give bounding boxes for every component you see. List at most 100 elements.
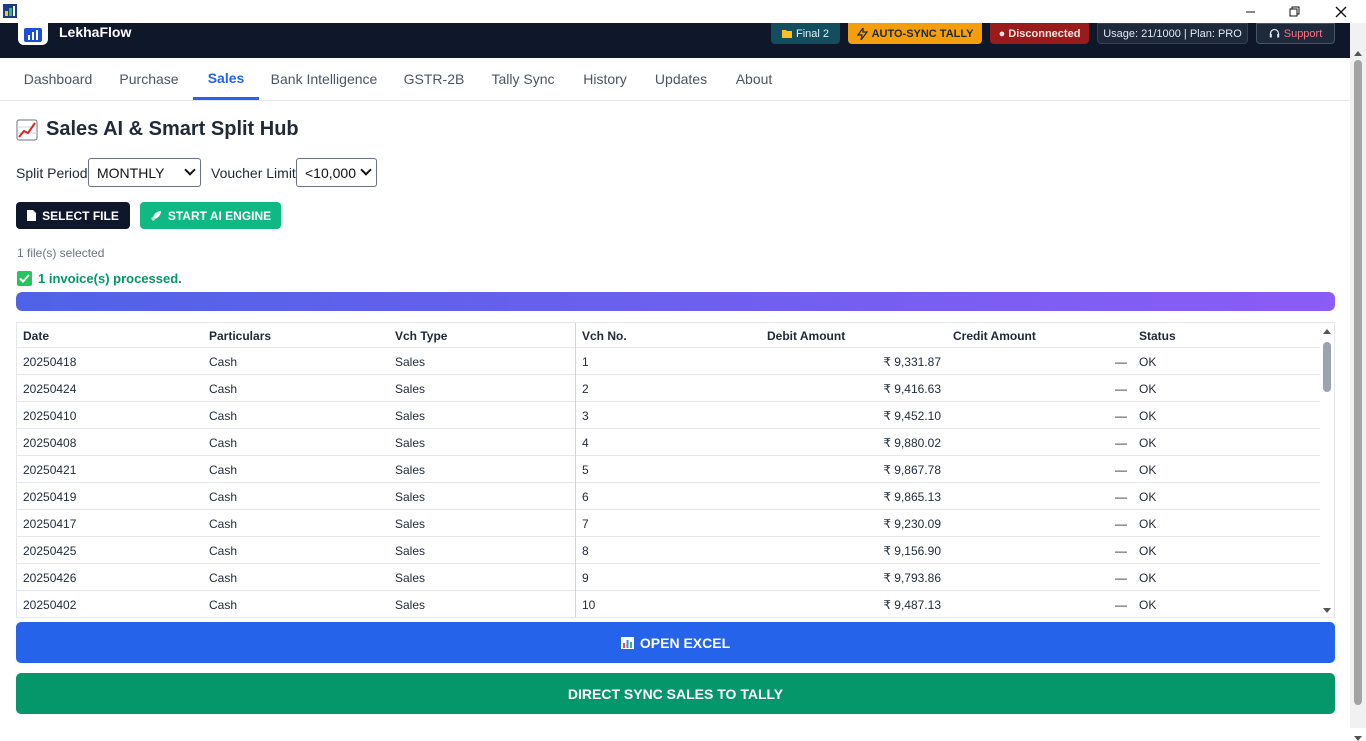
table-row[interactable]: 20250408 Cash Sales 4 ₹ 9,880.02 — OK bbox=[17, 429, 1320, 456]
cell-vch-no: 9 bbox=[582, 571, 589, 585]
check-icon bbox=[17, 271, 32, 286]
cell-debit-amount: ₹ 9,230.09 bbox=[883, 517, 941, 531]
scroll-down-icon[interactable] bbox=[1323, 608, 1331, 613]
restore-button[interactable] bbox=[1272, 0, 1318, 23]
bar-chart-icon bbox=[620, 636, 634, 649]
cell-date: 20250425 bbox=[23, 544, 77, 558]
connection-status-badge: ● Disconnected bbox=[990, 23, 1089, 44]
cell-debit-amount: ₹ 9,452.10 bbox=[883, 409, 941, 423]
table-scroll-thumb[interactable] bbox=[1323, 342, 1331, 392]
table-row[interactable]: 20250426 Cash Sales 9 ₹ 9,793.86 — OK bbox=[17, 564, 1320, 591]
cell-credit-amount: — bbox=[1115, 598, 1127, 612]
cell-status: OK bbox=[1139, 382, 1157, 396]
minimize-button[interactable] bbox=[1227, 0, 1273, 23]
auto-sync-button[interactable]: AUTO-SYNC TALLY bbox=[848, 23, 982, 44]
scroll-thumb[interactable] bbox=[1354, 60, 1362, 705]
support-button[interactable]: Support bbox=[1256, 23, 1335, 44]
cell-date: 20250421 bbox=[23, 463, 77, 477]
cell-vch-type: Sales bbox=[395, 598, 426, 612]
direct-sync-sales-button[interactable]: DIRECT SYNC SALES TO TALLY bbox=[16, 673, 1335, 714]
cell-particulars: Cash bbox=[209, 544, 238, 558]
minimize-icon bbox=[1245, 11, 1255, 13]
cell-particulars: Cash bbox=[209, 463, 238, 477]
cell-particulars: Cash bbox=[209, 355, 238, 369]
tab-about[interactable]: About bbox=[727, 58, 781, 100]
select-file-label: SELECT FILE bbox=[42, 208, 119, 223]
page-title: Sales AI & Smart Split Hub bbox=[16, 118, 299, 141]
support-label: Support bbox=[1283, 27, 1323, 40]
cell-status: OK bbox=[1139, 490, 1157, 504]
chart-increasing-icon bbox=[16, 119, 38, 140]
cell-status: OK bbox=[1139, 544, 1157, 558]
close-button[interactable] bbox=[1318, 0, 1364, 23]
cell-particulars: Cash bbox=[209, 490, 238, 504]
app-header: LekhaFlow Final 2 AUTO-SYNC TALLY ● Disc… bbox=[0, 23, 1350, 58]
tab-bank-intelligence[interactable]: Bank Intelligence bbox=[264, 58, 384, 100]
page-scrollbar[interactable] bbox=[1350, 23, 1366, 741]
cell-vch-type: Sales bbox=[395, 517, 426, 531]
tab-updates[interactable]: Updates bbox=[648, 58, 714, 100]
cell-date: 20250417 bbox=[23, 517, 77, 531]
scroll-up-icon[interactable] bbox=[1323, 329, 1331, 334]
tab-history[interactable]: History bbox=[575, 58, 635, 100]
cell-vch-type: Sales bbox=[395, 355, 426, 369]
open-excel-button[interactable]: OPEN EXCEL bbox=[16, 622, 1335, 663]
column-header-vch-type: Vch Type bbox=[395, 329, 448, 343]
cell-status: OK bbox=[1139, 571, 1157, 585]
cell-vch-type: Sales bbox=[395, 490, 426, 504]
cell-credit-amount: — bbox=[1115, 436, 1127, 450]
table-row[interactable]: 20250421 Cash Sales 5 ₹ 9,867.78 — OK bbox=[17, 456, 1320, 483]
table-row[interactable]: 20250417 Cash Sales 7 ₹ 9,230.09 — OK bbox=[17, 510, 1320, 537]
cell-vch-type: Sales bbox=[395, 436, 426, 450]
cell-status: OK bbox=[1139, 598, 1157, 612]
cell-debit-amount: ₹ 9,416.63 bbox=[883, 382, 941, 396]
cell-status: OK bbox=[1139, 463, 1157, 477]
scroll-up-icon[interactable] bbox=[1354, 51, 1362, 56]
voucher-limit-select[interactable]: <10,000 bbox=[296, 158, 377, 187]
usage-badge: Usage: 21/1000 | Plan: PRO bbox=[1097, 23, 1248, 44]
tab-dashboard[interactable]: Dashboard bbox=[14, 58, 102, 100]
table-row[interactable]: 20250402 Cash Sales 10 ₹ 9,487.13 — OK bbox=[17, 591, 1320, 617]
table-row[interactable]: 20250410 Cash Sales 3 ₹ 9,452.10 — OK bbox=[17, 402, 1320, 429]
cell-particulars: Cash bbox=[209, 409, 238, 423]
cell-particulars: Cash bbox=[209, 571, 238, 585]
table-row[interactable]: 20250424 Cash Sales 2 ₹ 9,416.63 — OK bbox=[17, 375, 1320, 402]
tab-gstr-2b[interactable]: GSTR-2B bbox=[396, 58, 472, 100]
tab-tally-sync[interactable]: Tally Sync bbox=[484, 58, 562, 100]
table-scrollbar[interactable] bbox=[1320, 323, 1334, 617]
cell-vch-type: Sales bbox=[395, 544, 426, 558]
cell-credit-amount: — bbox=[1115, 382, 1127, 396]
chevron-down-icon bbox=[184, 164, 196, 176]
cell-debit-amount: ₹ 9,865.13 bbox=[883, 490, 941, 504]
cell-debit-amount: ₹ 9,331.87 bbox=[883, 355, 941, 369]
column-header-particulars: Particulars bbox=[209, 329, 272, 343]
split-period-select[interactable]: MONTHLY bbox=[88, 158, 201, 187]
select-file-button[interactable]: SELECT FILE bbox=[16, 202, 130, 229]
cell-date: 20250424 bbox=[23, 382, 77, 396]
page-title-text: Sales AI & Smart Split Hub bbox=[46, 118, 299, 140]
cell-credit-amount: — bbox=[1115, 355, 1127, 369]
scroll-down-icon[interactable] bbox=[1354, 736, 1362, 741]
folder-icon bbox=[781, 30, 792, 38]
column-header-credit-amount: Credit Amount bbox=[953, 329, 1036, 343]
cell-credit-amount: — bbox=[1115, 544, 1127, 558]
tab-sales[interactable]: Sales bbox=[193, 58, 259, 100]
cell-date: 20250410 bbox=[23, 409, 77, 423]
close-icon bbox=[1335, 6, 1347, 17]
rocket-icon bbox=[150, 210, 161, 221]
tab-purchase[interactable]: Purchase bbox=[109, 58, 189, 100]
table-row[interactable]: 20250425 Cash Sales 8 ₹ 9,156.90 — OK bbox=[17, 537, 1320, 564]
cell-status: OK bbox=[1139, 517, 1157, 531]
cell-credit-amount: — bbox=[1115, 571, 1127, 585]
open-excel-label: OPEN EXCEL bbox=[639, 634, 731, 651]
cell-date: 20250418 bbox=[23, 355, 77, 369]
usage-label: Usage: 21/1000 | Plan: PRO bbox=[1103, 27, 1242, 40]
final-badge-label: Final 2 bbox=[795, 27, 830, 40]
cell-credit-amount: — bbox=[1115, 490, 1127, 504]
app-logo bbox=[18, 23, 48, 45]
cell-vch-no: 5 bbox=[582, 463, 589, 477]
cell-date: 20250426 bbox=[23, 571, 77, 585]
table-row[interactable]: 20250419 Cash Sales 6 ₹ 9,865.13 — OK bbox=[17, 483, 1320, 510]
start-ai-engine-button[interactable]: START AI ENGINE bbox=[140, 202, 281, 229]
table-row[interactable]: 20250418 Cash Sales 1 ₹ 9,331.87 — OK bbox=[17, 348, 1320, 375]
